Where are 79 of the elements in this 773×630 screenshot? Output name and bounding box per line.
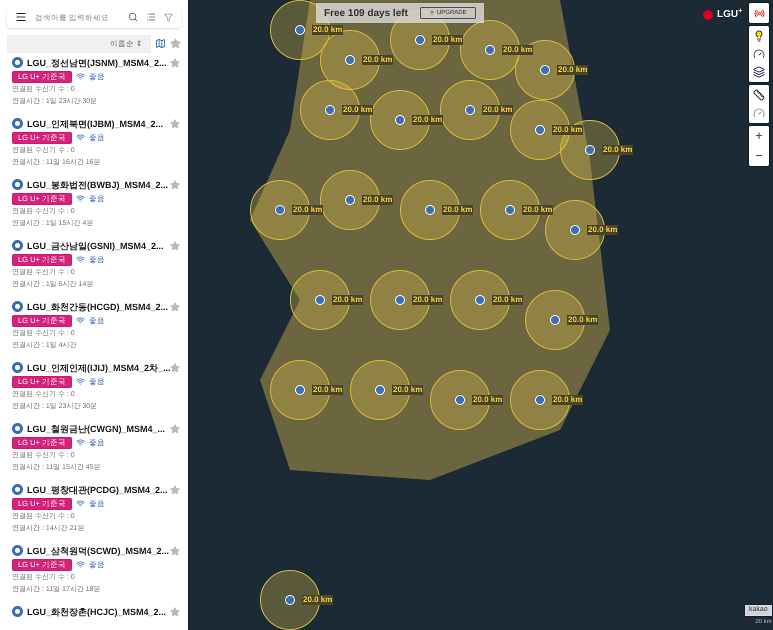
menu-icon[interactable] bbox=[15, 11, 27, 24]
broadcast-icon bbox=[754, 8, 764, 18]
signal-icon bbox=[76, 194, 85, 204]
layers-icon[interactable] bbox=[753, 66, 765, 78]
radius-label: 20.0 km bbox=[442, 205, 474, 215]
favorite-star-icon[interactable] bbox=[170, 240, 180, 251]
favorite-star-icon[interactable] bbox=[170, 606, 180, 617]
filter-icon[interactable] bbox=[164, 12, 173, 22]
station-name[interactable]: LGU_화천장촌(HCJC)_MSM4_2... bbox=[27, 606, 166, 618]
radius-label: 20.0 km bbox=[292, 205, 324, 215]
radius-label: 20.0 km bbox=[362, 195, 394, 205]
station-icon bbox=[12, 606, 23, 618]
radius-label: 20.0 km bbox=[567, 315, 598, 325]
radius-label: 20.0 km bbox=[602, 145, 634, 155]
radius-label: 20.0 km bbox=[552, 125, 584, 135]
list-icon[interactable] bbox=[146, 12, 156, 22]
map-view-icon[interactable] bbox=[155, 38, 166, 50]
station-icon bbox=[12, 57, 23, 68]
station-icon bbox=[12, 484, 23, 496]
radius-label: 20.0 km bbox=[472, 395, 504, 405]
radius-label: 20.0 km bbox=[492, 295, 524, 305]
search-icon[interactable] bbox=[128, 12, 138, 22]
favorite-star-icon[interactable] bbox=[170, 424, 180, 434]
station-icon bbox=[12, 423, 23, 434]
signal-icon bbox=[76, 560, 85, 570]
favorite-star-icon[interactable] bbox=[170, 546, 180, 556]
radius-label: 20.0 km bbox=[332, 295, 364, 305]
station-icon bbox=[12, 362, 23, 374]
favorite-star-icon[interactable] bbox=[170, 118, 180, 129]
radius-label: 20.0 km bbox=[587, 225, 618, 235]
station-icon bbox=[12, 545, 23, 556]
radius-label: 20.0 km bbox=[302, 595, 334, 605]
gauge-icon[interactable] bbox=[753, 107, 765, 119]
signal-icon bbox=[76, 499, 85, 508]
radius-label: 20.0 km bbox=[342, 105, 374, 115]
favorite-star-icon[interactable] bbox=[170, 362, 180, 373]
radius-label: 20.0 km bbox=[522, 205, 554, 215]
station-name[interactable]: LGU_금산남일(GSNI)_MSM4_2... bbox=[27, 240, 164, 252]
radius-label: 20.0 km bbox=[312, 385, 344, 395]
broadcast-button[interactable] bbox=[749, 3, 769, 23]
favorite-star-icon[interactable] bbox=[170, 180, 180, 190]
station-icon bbox=[12, 179, 23, 190]
arrow-up-icon bbox=[428, 10, 435, 16]
logo-text: LGU$^{+}$ bbox=[717, 7, 742, 22]
station-name[interactable]: LGU_인제인제(IJIJ)_MSM4_2차_... bbox=[27, 362, 171, 374]
radius-label: 20.0 km bbox=[312, 25, 344, 35]
radius-label: 20.0 km bbox=[557, 65, 588, 75]
ruler-icon[interactable] bbox=[753, 89, 765, 101]
signal-icon bbox=[76, 316, 85, 326]
favorite-star-icon[interactable] bbox=[170, 484, 180, 495]
trial-text: Free 109 days left bbox=[324, 6, 408, 20]
radius-label: 20.0 km bbox=[412, 115, 444, 125]
station-name[interactable]: LGU_화천간동(HCGD)_MSM4_2... bbox=[27, 300, 168, 313]
radius-label: 20.0 km bbox=[412, 295, 444, 305]
zoom-out-button[interactable]: − bbox=[749, 146, 769, 166]
station-icon bbox=[12, 118, 23, 130]
radius-label: 20.0 km bbox=[552, 395, 584, 405]
radius-label: 20.0 km bbox=[502, 45, 534, 55]
signal-icon bbox=[76, 133, 85, 142]
station-name[interactable]: LGU_인제북면(IJBM)_MSM4_2... bbox=[27, 118, 164, 130]
station-name[interactable]: LGU_정선남면(JSNM)_MSM4_2... bbox=[27, 56, 167, 69]
radius-label: 20.0 km bbox=[482, 105, 514, 115]
station-icon bbox=[12, 301, 23, 312]
station-icon bbox=[12, 240, 23, 252]
radius-label: 20.0 km bbox=[392, 385, 424, 395]
station-name[interactable]: LGU_평창대관(PCDG)_MSM4_2... bbox=[27, 484, 168, 496]
station-name[interactable]: LGU_철원금난(CWGN)_MSM4_... bbox=[27, 422, 166, 435]
radius-label: 20.0 km bbox=[432, 35, 464, 45]
favorite-star-icon[interactable] bbox=[170, 58, 180, 68]
zoom-in-button[interactable]: + bbox=[749, 126, 769, 146]
favorite-star-icon[interactable] bbox=[170, 302, 180, 312]
station-name[interactable]: LGU_봉화법전(BWBJ)_MSM4_2... bbox=[27, 178, 168, 191]
radius-label: 20.0 km bbox=[362, 55, 394, 65]
signal-icon bbox=[76, 72, 85, 82]
signal-icon bbox=[76, 377, 85, 386]
signal-icon bbox=[76, 438, 85, 448]
lightbulb-icon[interactable] bbox=[753, 30, 765, 42]
station-name[interactable]: LGU_삼척원덕(SCWD)_MSM4_2... bbox=[27, 544, 170, 557]
signal-icon bbox=[76, 255, 85, 264]
